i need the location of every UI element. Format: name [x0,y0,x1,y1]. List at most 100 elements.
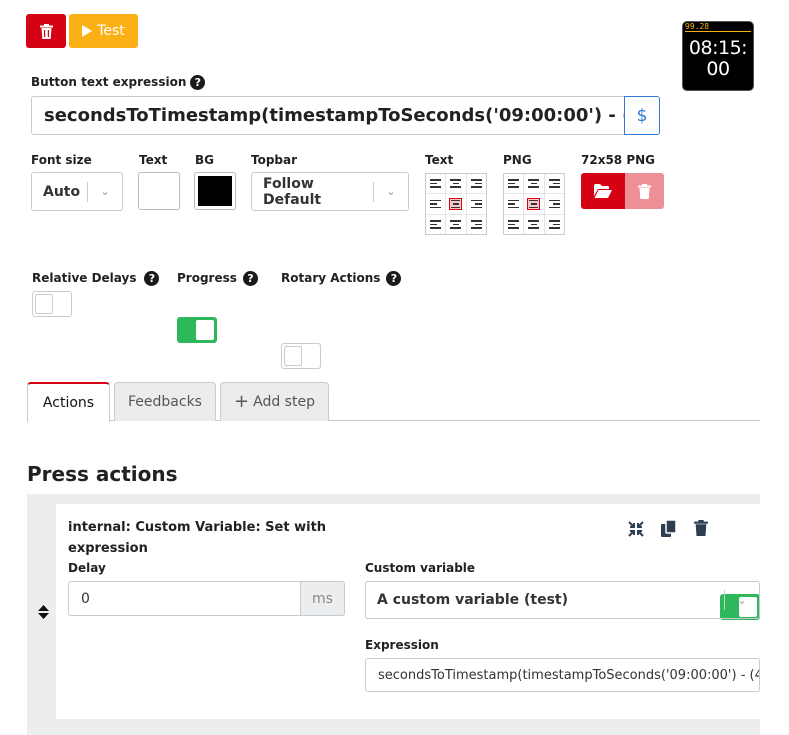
font-size-select[interactable]: Auto ⌄ [31,172,123,211]
align-middle-center[interactable] [524,194,544,214]
align-right-icon [470,220,482,229]
tab-actions[interactable]: Actions [27,382,110,422]
trash-icon[interactable] [694,520,708,540]
toggle-knob [196,320,214,340]
align-bottom-center[interactable] [446,214,466,234]
test-button-label: Test [97,23,125,39]
align-middle-left[interactable] [426,194,446,214]
test-button[interactable]: Test [69,14,138,48]
expression-label: Expression [365,638,439,652]
chevron-down-icon: ⌄ [386,185,396,198]
align-left-icon [430,179,442,188]
align-middle-left[interactable] [504,194,524,214]
variable-picker-button[interactable]: $ [624,96,660,135]
png-align-label: PNG [503,153,532,167]
align-middle-right[interactable] [466,194,486,214]
help-icon[interactable]: ? [144,271,160,286]
align-center-icon [450,220,462,229]
align-top-right[interactable] [544,174,564,194]
align-left-icon [430,199,442,209]
align-bottom-center[interactable] [524,214,544,234]
align-center-icon [527,197,541,211]
delay-input[interactable]: 0 [68,581,301,616]
help-icon[interactable]: ? [190,75,206,90]
align-top-left[interactable] [426,174,446,194]
align-bottom-right[interactable] [466,214,486,234]
relative-delays-label: Relative Delays? [32,271,160,286]
font-size-value: Auto [43,183,81,200]
align-left-icon [508,199,520,209]
align-center-icon [528,179,540,188]
custom-variable-label: Custom variable [365,561,476,575]
topbar-label: Topbar [251,153,298,167]
button-text-label-text: Button text expression [31,75,187,89]
align-left-icon [508,220,520,229]
align-top-center[interactable] [446,174,466,194]
align-middle-center[interactable] [446,194,466,214]
collapse-icon[interactable] [628,521,644,541]
trash-icon [638,183,651,199]
help-icon[interactable]: ? [242,271,258,286]
plus-icon: + [234,391,250,412]
chevron-down-icon: ⌄ [100,185,110,198]
action-name-line-1: internal: Custom Variable: Set with [68,520,327,535]
align-right-icon [548,199,560,209]
delay-label: Delay [68,561,106,575]
align-bottom-right[interactable] [544,214,564,234]
browse-png-button[interactable] [581,173,625,209]
button-preview: 99.28 08:15: 00 [682,21,754,91]
preview-topbar: 99.28 [685,22,751,32]
align-right-icon [470,179,482,188]
topbar-value: Follow Default [263,175,322,208]
action-name-line-2: expression [68,541,148,556]
rotary-actions-label: Rotary Actions? [281,271,402,286]
text-alignment-grid[interactable] [425,173,487,235]
align-left-icon [430,220,442,229]
play-icon [82,25,93,37]
align-center-icon [528,220,540,229]
button-text-label: Button text expression? [31,75,206,90]
align-center-icon [450,179,462,188]
tab-add-step[interactable]: + Add step [220,382,329,421]
align-right-icon [548,220,560,229]
tab-feedbacks[interactable]: Feedbacks [114,382,216,421]
text-color-label: Text [139,153,168,167]
rotary-actions-toggle[interactable] [281,343,321,369]
folder-open-icon [594,184,612,198]
png72-label: 72x58 PNG [581,153,656,167]
text-color-picker[interactable] [138,172,180,210]
preview-line-2: 00 [706,58,730,80]
align-bottom-left[interactable] [426,214,446,234]
align-right-icon [470,199,482,209]
preview-text: 08:15: 00 [683,38,753,80]
bg-color-swatch [198,176,232,206]
align-center-icon [449,197,463,211]
png-alignment-grid[interactable] [503,173,565,235]
align-middle-right[interactable] [544,194,564,214]
toggle-knob [35,294,53,314]
relative-delays-toggle[interactable] [32,291,72,317]
bg-color-label: BG [195,153,214,167]
progress-toggle[interactable] [177,317,217,343]
progress-label: Progress? [177,271,258,286]
topbar-select[interactable]: Follow Default ⌄ [251,172,409,211]
align-top-left[interactable] [504,174,524,194]
toggle-knob [284,346,302,366]
tab-add-step-label: Add step [253,394,315,410]
trash-icon [39,23,53,39]
action-name: internal: Custom Variable: Set with expr… [68,517,326,559]
align-bottom-left[interactable] [504,214,524,234]
align-top-center[interactable] [524,174,544,194]
drag-handle-icon[interactable] [38,604,49,623]
help-icon[interactable]: ? [386,271,402,286]
clear-png-button[interactable] [625,173,664,209]
align-right-icon [548,179,560,188]
delete-button[interactable] [26,14,66,48]
expression-input[interactable]: secondsToTimestamp(timestampToSeconds('0… [365,658,760,692]
button-text-input[interactable]: secondsToTimestamp(timestampToSeconds('0… [31,96,625,135]
align-top-right[interactable] [466,174,486,194]
press-actions-title: Press actions [27,462,178,486]
bg-color-picker[interactable] [194,172,236,210]
copy-icon[interactable] [661,519,677,541]
custom-variable-select[interactable]: A custom variable (test) ⌄ [365,581,760,619]
